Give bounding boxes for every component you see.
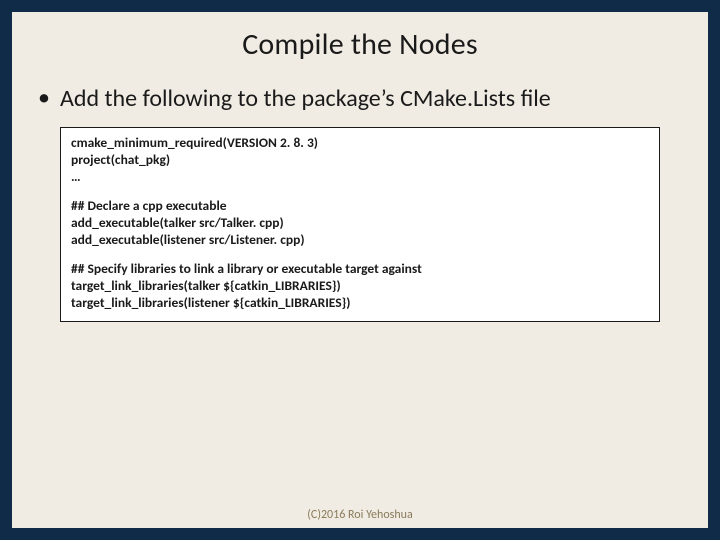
slide-title: Compile the Nodes xyxy=(36,26,684,63)
code-spacer xyxy=(71,185,649,197)
code-line: cmake_minimum_required(VERSION 2. 8. 3) xyxy=(71,134,649,151)
bullet-text: Add the following to the package’s CMake… xyxy=(60,85,551,113)
code-line: … xyxy=(71,168,649,185)
code-line: add_executable(listener src/Listener. cp… xyxy=(71,231,649,248)
bullet-dot-icon: • xyxy=(38,84,50,112)
code-line: target_link_libraries(talker ${catkin_LI… xyxy=(71,277,649,294)
code-spacer xyxy=(71,248,649,260)
code-line: ## Declare a cpp executable xyxy=(71,197,649,214)
code-line: ## Specify libraries to link a library o… xyxy=(71,260,649,277)
code-line: project(chat_pkg) xyxy=(71,151,649,168)
footer-copyright: (C)2016 Roi Yehoshua xyxy=(12,508,708,522)
code-line: add_executable(talker src/Talker. cpp) xyxy=(71,214,649,231)
code-block: cmake_minimum_required(VERSION 2. 8. 3) … xyxy=(60,127,660,322)
slide: Compile the Nodes • Add the following to… xyxy=(12,12,708,528)
bullet-item: • Add the following to the package’s CMa… xyxy=(36,85,684,113)
code-line: target_link_libraries(listener ${catkin_… xyxy=(71,294,649,311)
